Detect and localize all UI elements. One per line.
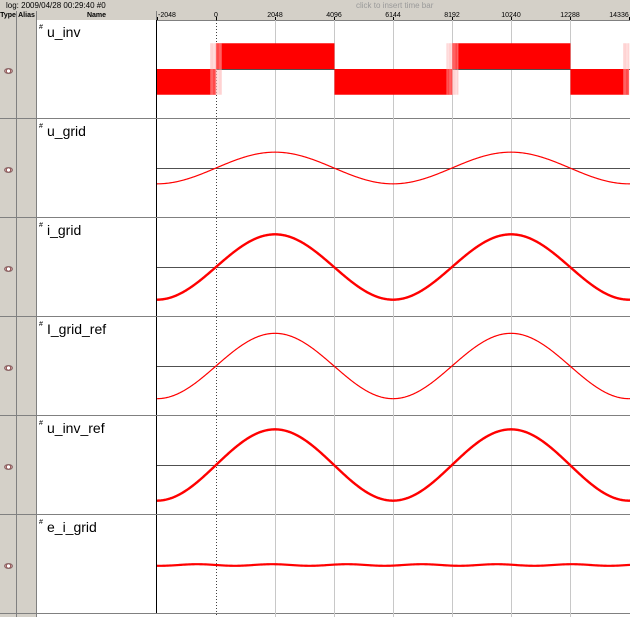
pwm-block	[570, 69, 629, 95]
channel-name-cell[interactable]: # u_inv_ref	[37, 416, 157, 514]
visibility-eye-icon[interactable]	[4, 464, 13, 470]
channel-expand-icon[interactable]: #	[39, 24, 43, 31]
scope-window: log: 2009/04/28 00:29:40 #0 click to ins…	[0, 0, 630, 617]
log-text: log: 2009/04/28 00:29:40 #0	[6, 1, 106, 10]
time-tick-label: -2048	[158, 12, 176, 19]
channel-name-cell[interactable]: # u_grid	[37, 119, 157, 217]
visibility-eye-icon[interactable]	[4, 563, 13, 569]
visibility-eye-icon[interactable]	[4, 365, 13, 371]
column-name[interactable]: Name	[37, 11, 157, 20]
channel-name: u_inv_ref	[47, 420, 105, 436]
pwm-block	[157, 69, 216, 95]
insert-time-bar-hint[interactable]: click to insert time bar	[356, 0, 433, 11]
channel-name: u_grid	[47, 123, 86, 139]
pwm-block	[216, 43, 335, 69]
time-tick-label: 14336	[609, 12, 629, 19]
waveform-plot[interactable]	[157, 20, 630, 617]
channel-expand-icon[interactable]: #	[39, 321, 43, 328]
channel-name: i_grid	[47, 222, 82, 238]
channel-name-cell[interactable]: # I_grid_ref	[37, 317, 157, 415]
channel-name-cell[interactable]: # i_grid	[37, 218, 157, 316]
visibility-eye-icon[interactable]	[4, 68, 13, 74]
visibility-eye-icon[interactable]	[4, 167, 13, 173]
column-alias[interactable]: Alias	[17, 11, 37, 20]
channel-expand-icon[interactable]: #	[39, 222, 43, 229]
channel-name-cell[interactable]: # u_inv	[37, 20, 157, 118]
channel-name: u_inv	[47, 24, 81, 40]
visibility-eye-icon[interactable]	[4, 266, 13, 272]
pwm-block	[334, 69, 453, 95]
channel-name-cell[interactable]: # e_i_grid	[37, 515, 157, 613]
channel-expand-icon[interactable]: #	[39, 519, 43, 526]
column-type[interactable]: Type	[0, 11, 17, 20]
channel-expand-icon[interactable]: #	[39, 420, 43, 427]
channel-expand-icon[interactable]: #	[39, 123, 43, 130]
pwm-block	[452, 43, 571, 69]
channel-name: I_grid_ref	[47, 321, 107, 337]
channel-name: e_i_grid	[47, 519, 97, 535]
time-axis[interactable]: -2048 0 2048 4096 6144 8192 10240 12288 14336	[157, 11, 630, 20]
